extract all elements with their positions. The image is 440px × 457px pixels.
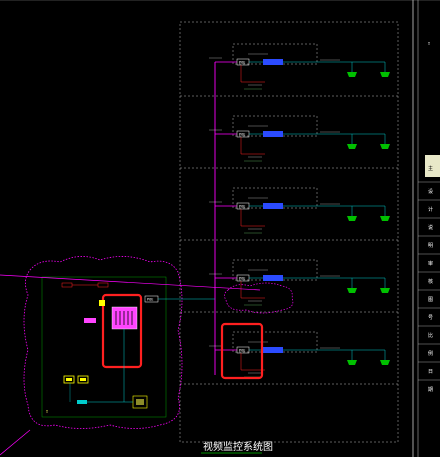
device-d — [99, 300, 105, 306]
title-block-row-text: 号 — [428, 315, 433, 321]
device-a — [61, 282, 73, 288]
floor-switch-label: POE — [239, 277, 245, 281]
floor-switch-label: POE — [239, 61, 245, 65]
building-frame — [179, 21, 399, 443]
camera-icon — [380, 144, 390, 149]
floor-group-5: POE — [209, 322, 390, 380]
title-block-row-text: 说 — [428, 224, 433, 231]
workstation — [77, 400, 87, 404]
floor-groups: POE POE POE POE POE — [209, 43, 390, 380]
top-right-marker: □ — [428, 41, 431, 45]
camera-icon — [347, 288, 357, 293]
room-label: □ — [46, 409, 49, 413]
camera-icon — [380, 360, 390, 365]
camera-icon — [347, 72, 357, 77]
camera-icon — [347, 216, 357, 221]
title-block-row-text: 图 — [428, 297, 433, 303]
title-block-row-text: 例 — [428, 350, 433, 357]
system-diagram: POE POE POE POE POE POE □ 视频监控系统图 主 设计说明审核图号… — [0, 0, 440, 457]
camera-icon — [347, 360, 357, 365]
floor-separators — [180, 95, 398, 385]
floor-switch-label: POE — [239, 349, 245, 353]
title-badge-text: 主 — [428, 165, 433, 172]
device-b — [97, 282, 109, 288]
device-c — [84, 318, 96, 323]
camera-icon — [380, 216, 390, 221]
title-block-row-text: 日 — [428, 369, 433, 375]
floor-switch — [263, 347, 283, 353]
title-block-row-text: 核 — [428, 278, 433, 285]
camera-icon — [380, 72, 390, 77]
main-switch-label: POE — [147, 298, 153, 302]
camera-icon — [347, 144, 357, 149]
title-block-rows: 设计说明审核图号比例日期 — [418, 181, 440, 393]
floor-switch-label: POE — [239, 205, 245, 209]
title-block-row-text: 计 — [428, 206, 433, 213]
floor-switch — [263, 131, 283, 137]
floor-switch-label: POE — [239, 133, 245, 137]
floor-switch — [263, 59, 283, 65]
title-block: 主 设计说明审核图号比例日期 — [418, 155, 440, 393]
floor-group-4: POE — [209, 259, 390, 306]
title-block-row-text: 明 — [428, 243, 433, 249]
floor-group-3: POE — [209, 187, 390, 234]
cad-drawing-canvas: POE POE POE POE POE POE □ 视频监控系统图 主 设 计 … — [0, 0, 440, 457]
title-block-row-text: 比 — [428, 332, 433, 339]
camera-icon — [380, 288, 390, 293]
main-switch-highlight — [101, 293, 143, 369]
floor-group-2: POE — [209, 115, 390, 162]
main-switch — [111, 306, 138, 330]
title-block-row-text: 审 — [428, 260, 433, 267]
floor-group-1: POE — [209, 43, 390, 90]
title-block-row-text: 期 — [428, 387, 433, 393]
outgoing-line — [0, 429, 31, 456]
title-block-row-text: 设 — [428, 188, 433, 195]
floor-switch — [263, 275, 283, 281]
floor-switch — [263, 203, 283, 209]
diagram-title: 视频监控系统图 — [203, 440, 273, 453]
